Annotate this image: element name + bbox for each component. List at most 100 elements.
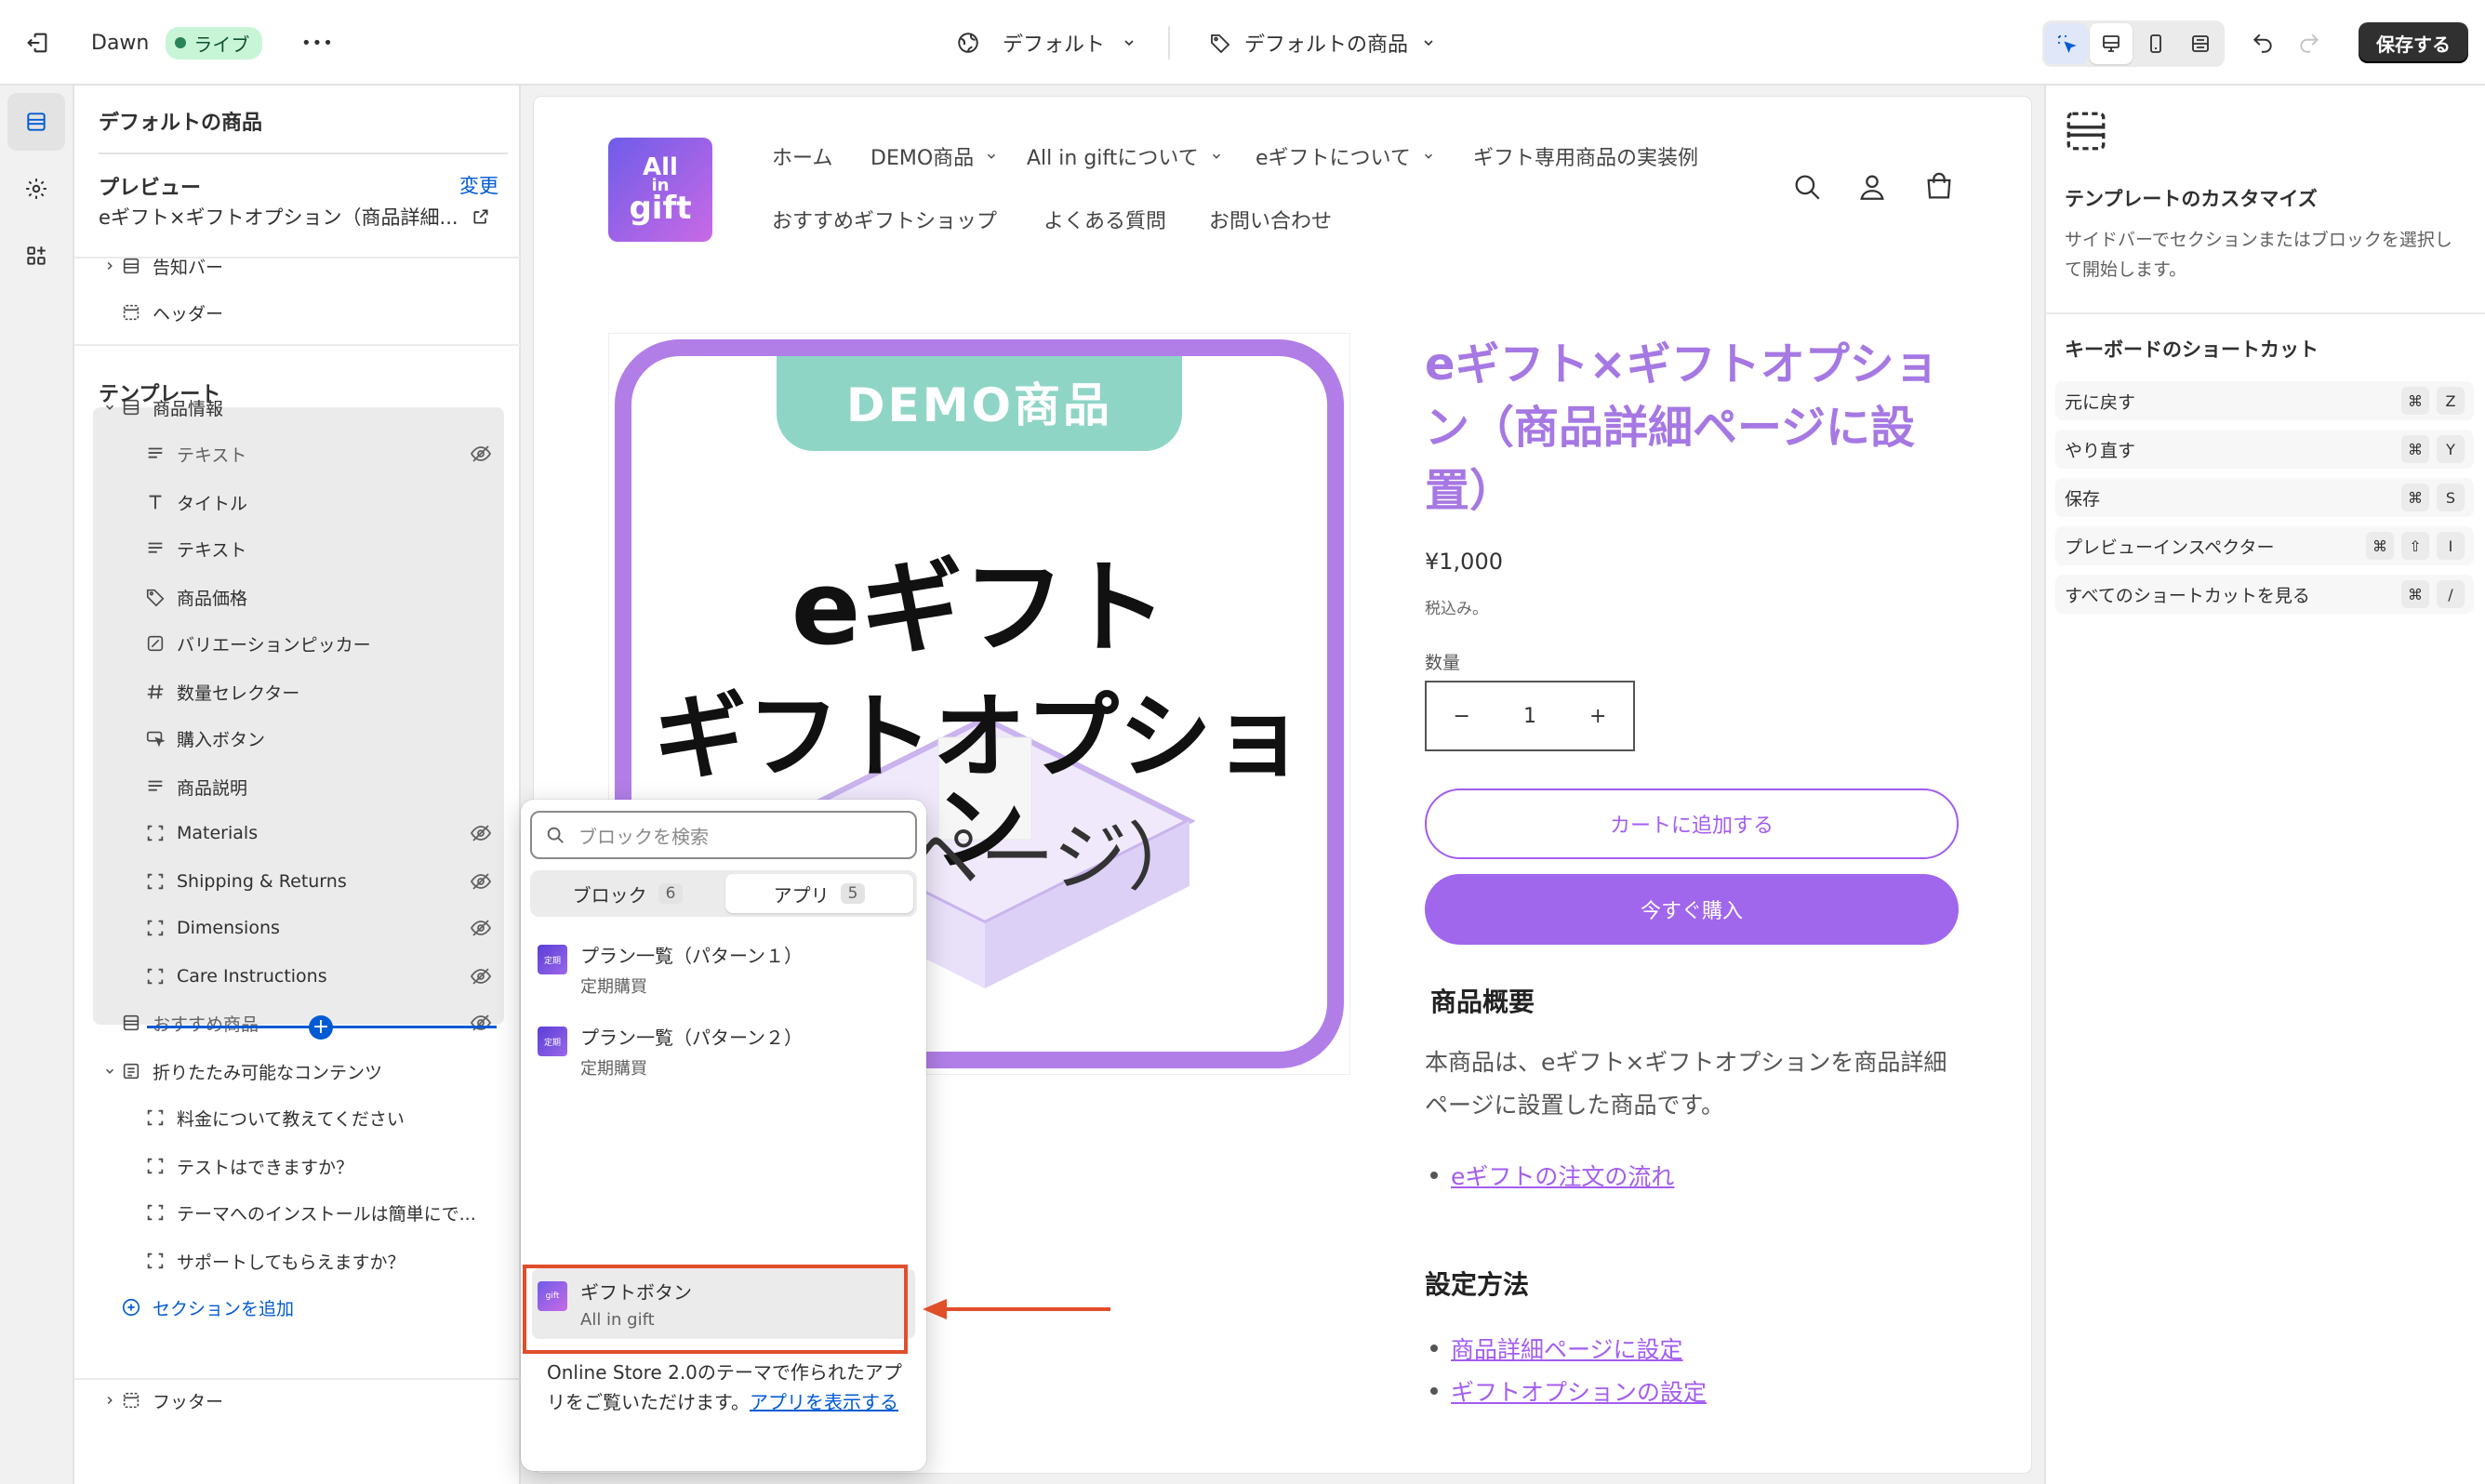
block-care-instructions[interactable]: Care Instructions	[93, 954, 504, 999]
hidden-eye-icon[interactable]	[467, 822, 495, 844]
nav-link[interactable]: ホーム	[772, 141, 832, 171]
tree-item-label: テストはできますか？	[177, 1157, 354, 1178]
overview-heading: 商品概要	[1430, 987, 1535, 1017]
theme-name: Dawn ライブ	[91, 0, 263, 86]
divider	[74, 344, 521, 346]
section-announcement-bar[interactable]: 告知バー	[93, 244, 504, 288]
redo-icon[interactable]	[2297, 0, 2321, 86]
block-text[interactable]: テキスト	[93, 431, 504, 476]
nav-link[interactable]: eギフトについて	[1256, 141, 1435, 171]
live-badge: ライブ	[166, 26, 263, 60]
key-cap: Z	[2437, 387, 2465, 415]
save-button[interactable]: 保存する	[2359, 22, 2468, 63]
nav-link[interactable]: よくある質問	[1043, 205, 1166, 234]
insert-block-button[interactable]: +	[309, 1015, 333, 1040]
more-actions-button[interactable]: •••	[301, 0, 334, 86]
exit-icon[interactable]	[24, 0, 50, 86]
nav-link[interactable]: DEMO商品	[870, 141, 998, 171]
block-description[interactable]: 商品説明	[93, 764, 504, 809]
subscription-app-icon: 定期	[538, 945, 567, 974]
quantity-value[interactable]: 1	[1523, 705, 1536, 728]
full-width-view-button[interactable]	[2179, 23, 2222, 64]
block-dimensions[interactable]: Dimensions	[93, 906, 504, 950]
tab-apps[interactable]: アプリ 5	[725, 874, 913, 913]
block-search-input[interactable]: ブロックを検索	[530, 811, 917, 859]
template-selector[interactable]: デフォルトの商品	[1209, 0, 1436, 86]
image-text-line1: eギフト	[791, 549, 1168, 668]
tree-item-label: タイトル	[177, 493, 248, 514]
section-footer[interactable]: フッター	[93, 1378, 504, 1423]
block-variant-picker[interactable]: バリエーションピッカー	[93, 621, 504, 666]
block-materials[interactable]: Materials	[93, 811, 504, 855]
preview-product[interactable]: eギフト×ギフトオプション（商品詳細...	[99, 203, 490, 231]
theme-selector[interactable]: デフォルト	[956, 0, 1136, 86]
sections-icon[interactable]	[7, 93, 65, 151]
tree-item-label: Shipping & Returns	[177, 871, 347, 892]
chevron-down-icon	[1424, 40, 1433, 46]
gear-icon[interactable]	[7, 160, 65, 218]
tax-note: 税込み。	[1425, 600, 1488, 618]
chevron-right-icon[interactable]	[100, 1394, 119, 1407]
tree-item-label: テーマへのインストールは簡単にで...	[177, 1203, 476, 1225]
plusCircle-icon	[119, 1295, 143, 1319]
desktop-view-button[interactable]	[2090, 23, 2133, 64]
block-price[interactable]: 商品価格	[93, 575, 504, 619]
hidden-eye-icon[interactable]	[467, 870, 495, 893]
key-cap: Y	[2437, 435, 2465, 463]
nav-link[interactable]: ギフト専用商品の実装例	[1473, 141, 1698, 171]
block-title[interactable]: タイトル	[93, 480, 504, 524]
setup-link-gift-option[interactable]: ギフトオプションの設定	[1451, 1374, 1707, 1408]
cart-icon[interactable]	[1923, 171, 1955, 206]
quantity-minus-button[interactable]: −	[1454, 705, 1470, 728]
app-block-plan-list-1[interactable]: 定期 プラン一覧（パターン１） 定期購買	[532, 932, 915, 1002]
collapsible-icon	[119, 1059, 143, 1083]
hidden-eye-icon[interactable]	[467, 965, 495, 987]
block-icon	[143, 916, 167, 940]
chevron-down-icon[interactable]	[100, 1065, 119, 1078]
quantity-plus-button[interactable]: +	[1589, 705, 1606, 728]
section-collapsible-content[interactable]: 折りたたみ可能なコンテンツ	[93, 1049, 504, 1093]
block-faq-test[interactable]: テストはできますか？	[93, 1144, 504, 1188]
nav-link[interactable]: お問い合わせ	[1209, 205, 1332, 234]
block-text[interactable]: テキスト	[93, 526, 504, 571]
chevron-right-icon[interactable]	[100, 259, 119, 272]
globe-icon	[958, 33, 978, 53]
block-quantity-selector[interactable]: 数量セレクター	[93, 669, 504, 714]
shortcut-label: やり直す	[2065, 440, 2136, 461]
block-shipping-returns[interactable]: Shipping & Returns	[93, 859, 504, 904]
add-to-cart-button[interactable]: カートに追加する	[1425, 788, 1959, 859]
section-recommended-products[interactable]: おすすめ商品	[93, 1000, 504, 1045]
nav-link[interactable]: おすすめギフトショップ	[772, 205, 997, 234]
change-preview-link[interactable]: 変更	[459, 171, 498, 199]
app-block-plan-list-2[interactable]: 定期 プラン一覧（パターン２） 定期購買	[532, 1014, 915, 1084]
tree-item-label: 料金について教えてください	[177, 1108, 405, 1130]
nav-link[interactable]: All in giftについて	[1027, 141, 1223, 171]
search-icon[interactable]	[1791, 171, 1823, 206]
block-faq-install[interactable]: テーマへのインストールは簡単にで...	[93, 1190, 504, 1235]
hidden-eye-icon[interactable]	[467, 443, 495, 465]
shortcut-label: 保存	[2065, 488, 2101, 510]
setup-link-product-page[interactable]: 商品詳細ページに設定	[1451, 1332, 1683, 1365]
undo-icon[interactable]	[2251, 0, 2275, 86]
tab-blocks[interactable]: ブロック 6	[534, 874, 722, 913]
key-cap: ⌘	[2401, 484, 2429, 511]
account-icon[interactable]	[1856, 171, 1888, 206]
hidden-eye-icon[interactable]	[467, 917, 495, 939]
block-faq-pricing[interactable]: 料金について教えてください	[93, 1095, 504, 1140]
view-apps-link[interactable]: アプリを表示する	[750, 1391, 898, 1413]
subscription-app-icon: 定期	[538, 1027, 567, 1056]
block-buy-buttons[interactable]: 購入ボタン	[93, 716, 504, 761]
block-icon	[143, 869, 167, 894]
add-section-button[interactable]: セクションを追加	[93, 1285, 504, 1330]
section-header[interactable]: ヘッダー	[93, 290, 504, 335]
store-logo[interactable]: All in gift	[608, 138, 712, 242]
search-icon	[547, 827, 564, 843]
key-cap: ⌘	[2366, 532, 2394, 560]
apps-icon[interactable]	[7, 227, 65, 285]
block-faq-support[interactable]: サポートしてもらえますか？	[93, 1239, 504, 1283]
order-flow-link[interactable]: eギフトの注文の流れ	[1451, 1159, 1674, 1192]
hidden-eye-icon[interactable]	[467, 1012, 495, 1034]
inspector-toggle-button[interactable]	[2045, 23, 2088, 64]
mobile-view-button[interactable]	[2134, 23, 2177, 64]
buy-now-button[interactable]: 今すぐ購入	[1425, 874, 1959, 945]
